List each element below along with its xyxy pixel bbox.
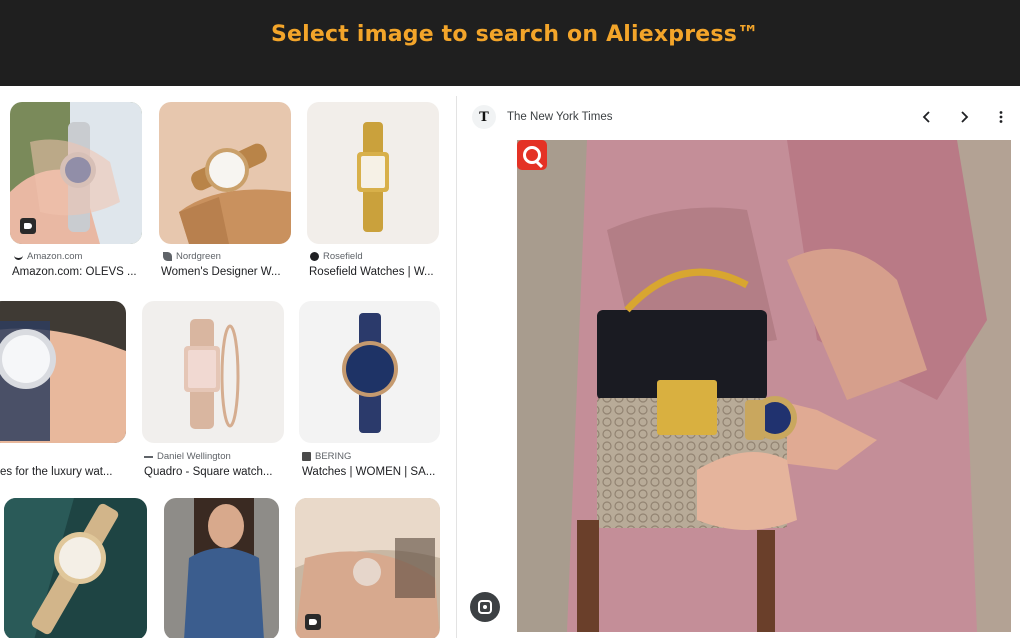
result-thumbnail[interactable] bbox=[0, 301, 126, 443]
result-source: Daniel Wellington bbox=[144, 451, 231, 462]
result-card[interactable]: BERING Watches | WOMEN | SA... bbox=[296, 286, 450, 486]
result-card[interactable]: es for the luxury wat... bbox=[0, 286, 150, 486]
result-source: BERING bbox=[302, 451, 351, 462]
street-photo-image bbox=[164, 498, 279, 638]
result-source: Rosefield bbox=[310, 251, 363, 262]
preview-header: T The New York Times bbox=[457, 96, 1020, 138]
result-thumbnail[interactable] bbox=[164, 498, 279, 638]
result-card[interactable]: Rosefield Rosefield Watches | W... bbox=[300, 86, 450, 286]
watch-photo-image bbox=[307, 102, 439, 244]
chevron-right-icon[interactable] bbox=[952, 105, 976, 129]
result-thumbnail[interactable] bbox=[307, 102, 439, 244]
banner-title: Select image to search on Aliexpress™ bbox=[271, 22, 760, 47]
result-card[interactable]: Daniel Wellington Quadro - Square watch.… bbox=[140, 286, 290, 486]
result-card[interactable]: Nordgreen Women's Designer W... bbox=[150, 86, 300, 286]
result-title[interactable]: Quadro - Square watch... bbox=[144, 466, 282, 478]
extension-banner: Select image to search on Aliexpress™ bbox=[0, 0, 1020, 86]
watch-photo-image bbox=[159, 102, 291, 244]
result-card[interactable] bbox=[150, 486, 290, 638]
bering-icon bbox=[302, 452, 311, 461]
image-results-grid: Amazon.com Amazon.com: OLEVS ... Nordgre… bbox=[0, 86, 450, 638]
nyt-logo-icon[interactable]: T bbox=[472, 105, 496, 129]
preview-image[interactable] bbox=[517, 140, 1011, 632]
result-title[interactable]: es for the luxury wat... bbox=[0, 466, 130, 478]
result-title[interactable]: Rosefield Watches | W... bbox=[309, 266, 439, 278]
handbag-watch-photo bbox=[517, 140, 1011, 632]
rosefield-icon bbox=[310, 252, 319, 261]
product-tag-icon bbox=[305, 614, 321, 630]
result-thumbnail[interactable] bbox=[4, 498, 147, 638]
watch-photo-image bbox=[4, 498, 147, 638]
more-vert-icon[interactable] bbox=[989, 105, 1013, 129]
watch-photo-image bbox=[0, 301, 126, 443]
site-name[interactable]: The New York Times bbox=[507, 111, 612, 123]
chevron-left-icon[interactable] bbox=[915, 105, 939, 129]
watch-photo-image bbox=[299, 301, 440, 443]
result-card[interactable] bbox=[0, 486, 150, 638]
result-source: Nordgreen bbox=[163, 251, 221, 262]
watch-photo-image bbox=[142, 301, 284, 443]
amazon-icon bbox=[14, 254, 23, 260]
result-thumbnail[interactable] bbox=[295, 498, 440, 638]
result-thumbnail[interactable] bbox=[142, 301, 284, 443]
aliexpress-search-icon[interactable] bbox=[517, 140, 547, 170]
preview-panel: T The New York Times bbox=[456, 96, 1020, 638]
product-tag-icon bbox=[20, 218, 36, 234]
result-source: Amazon.com bbox=[14, 251, 82, 262]
result-title[interactable]: Watches | WOMEN | SA... bbox=[302, 466, 440, 478]
nordgreen-icon bbox=[163, 252, 172, 261]
result-card[interactable] bbox=[290, 486, 450, 638]
lens-search-icon[interactable] bbox=[470, 592, 500, 622]
result-thumbnail[interactable] bbox=[159, 102, 291, 244]
result-title[interactable]: Amazon.com: OLEVS ... bbox=[12, 266, 142, 278]
result-thumbnail[interactable] bbox=[299, 301, 440, 443]
result-title[interactable]: Women's Designer W... bbox=[161, 266, 291, 278]
result-card[interactable]: Amazon.com Amazon.com: OLEVS ... bbox=[0, 86, 150, 286]
result-thumbnail[interactable] bbox=[10, 102, 142, 244]
daniel-wellington-icon bbox=[144, 455, 153, 458]
